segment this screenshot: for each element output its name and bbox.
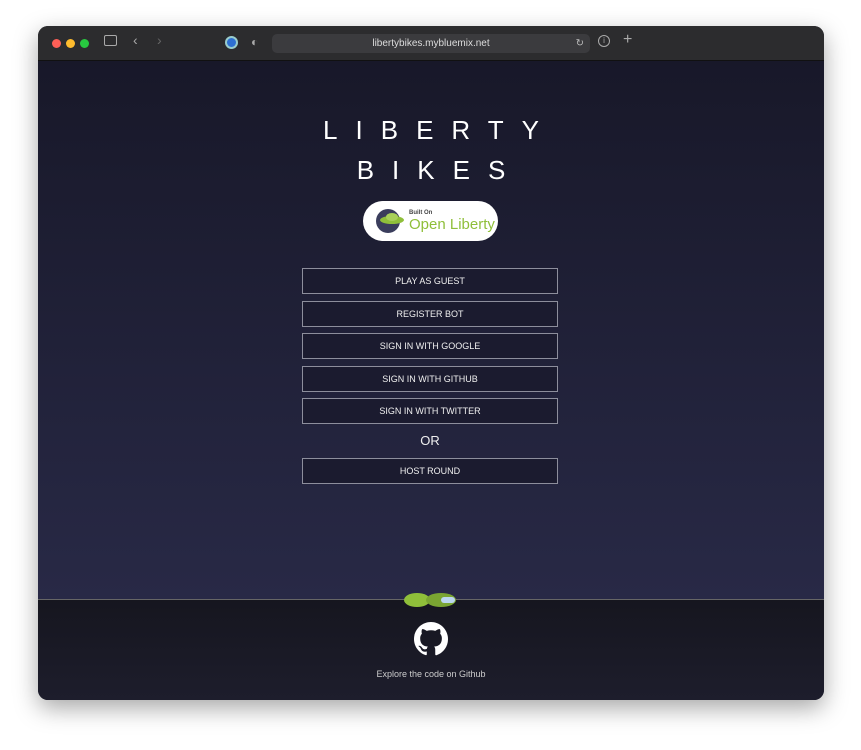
url-text: libertybikes.mybluemix.net	[372, 38, 490, 49]
host-round-button[interactable]: HOST ROUND	[302, 458, 558, 484]
reload-icon[interactable]: ↻	[576, 34, 584, 53]
sign-in-twitter-button[interactable]: SIGN IN WITH TWITTER	[302, 398, 558, 424]
sign-in-github-button[interactable]: SIGN IN WITH GITHUB	[302, 366, 558, 392]
maximize-window-button[interactable]	[80, 39, 89, 48]
password-manager-icon[interactable]	[225, 36, 238, 49]
back-icon[interactable]: ‹	[133, 32, 138, 48]
or-separator: OR	[420, 433, 440, 448]
footer: Explore the code on Github	[38, 593, 824, 700]
address-bar[interactable]: libertybikes.mybluemix.net ↻	[272, 34, 590, 53]
close-window-button[interactable]	[52, 39, 61, 48]
shield-icon[interactable]: ◐	[251, 35, 258, 49]
badge-big-text: Open Liberty	[409, 215, 495, 233]
bike-icon	[404, 593, 456, 607]
minimize-window-button[interactable]	[66, 39, 75, 48]
sign-in-google-button[interactable]: SIGN IN WITH GOOGLE	[302, 333, 558, 359]
github-icon[interactable]	[414, 622, 448, 656]
sidebar-icon[interactable]	[104, 35, 117, 46]
info-icon[interactable]: i	[598, 35, 610, 47]
new-tab-icon[interactable]: +	[623, 31, 632, 49]
forward-icon[interactable]: ›	[157, 32, 162, 48]
play-as-guest-button[interactable]: PLAY AS GUEST	[302, 268, 558, 294]
browser-window: ‹ › ◐ libertybikes.mybluemix.net ↻ i + LI…	[38, 26, 824, 700]
title-line-2: BIKES	[356, 155, 524, 185]
title-line-1: LIBERTY	[323, 115, 557, 145]
page-content: LIBERTY BIKES Built On Open Liberty PLAY…	[38, 61, 824, 599]
github-link[interactable]: Explore the code on Github	[38, 669, 824, 679]
open-liberty-badge[interactable]: Built On Open Liberty	[363, 201, 498, 241]
register-bot-button[interactable]: REGISTER BOT	[302, 301, 558, 327]
open-liberty-logo-icon	[376, 209, 404, 233]
browser-toolbar: ‹ › ◐ libertybikes.mybluemix.net ↻ i +	[38, 26, 824, 61]
